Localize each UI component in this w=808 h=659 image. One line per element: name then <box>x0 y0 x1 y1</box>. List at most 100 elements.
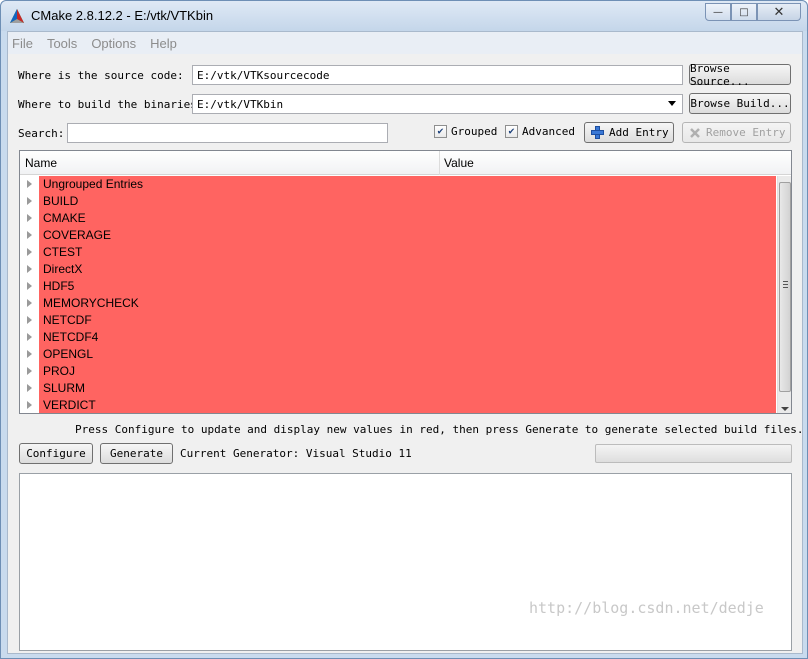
remove-entry-label: Remove Entry <box>706 126 786 139</box>
tree-row[interactable]: CMAKE <box>20 210 776 227</box>
build-label: Where to build the binaries: <box>18 98 204 111</box>
tree-row[interactable]: MEMORYCHECK <box>20 295 776 312</box>
browse-source-button[interactable]: Browse Source... <box>689 62 791 88</box>
row-name: BUILD <box>43 194 79 208</box>
menu-tools[interactable]: Tools <box>47 36 77 51</box>
grouped-label: Grouped <box>451 125 498 138</box>
row-highlight <box>39 346 776 363</box>
expand-arrow-icon[interactable] <box>27 248 32 256</box>
grouped-checkbox[interactable]: ✔ Grouped <box>434 125 497 138</box>
cache-tree-view[interactable]: Name Value Ungrouped Entries BUILD CMAKE… <box>19 150 792 414</box>
tree-rows: Ungrouped Entries BUILD CMAKE COVERAGE C… <box>20 176 776 413</box>
row-highlight <box>39 210 776 227</box>
menu-file[interactable]: File <box>12 36 33 51</box>
tree-row[interactable]: VERDICT <box>20 397 776 413</box>
expand-arrow-icon[interactable] <box>27 282 32 290</box>
menu-help[interactable]: Help <box>150 36 177 51</box>
build-path-combobox[interactable]: E:/vtk/VTKbin <box>192 94 683 114</box>
row-name: OPENGL <box>43 347 94 361</box>
row-highlight <box>39 363 776 380</box>
checkmark-icon[interactable]: ✔ <box>434 125 447 138</box>
progress-bar <box>595 444 792 463</box>
expand-arrow-icon[interactable] <box>27 265 32 273</box>
tree-row[interactable]: NETCDF4 <box>20 329 776 346</box>
expand-arrow-icon[interactable] <box>27 299 32 307</box>
expand-arrow-icon[interactable] <box>27 231 32 239</box>
add-entry-label: Add Entry <box>609 126 669 139</box>
expand-arrow-icon[interactable] <box>27 197 32 205</box>
expand-arrow-icon[interactable] <box>27 384 32 392</box>
plus-icon <box>591 126 604 139</box>
remove-entry-button[interactable]: Remove Entry <box>682 122 791 143</box>
row-name: MEMORYCHECK <box>43 296 139 310</box>
chevron-down-icon[interactable] <box>668 101 676 106</box>
cmake-triangle-icon <box>10 9 24 23</box>
expand-arrow-icon[interactable] <box>27 214 32 222</box>
search-input[interactable] <box>67 123 388 143</box>
tree-row[interactable]: PROJ <box>20 363 776 380</box>
x-icon <box>690 127 700 138</box>
menu-bar: File Tools Options Help <box>8 32 802 54</box>
title-bar[interactable]: CMake 2.8.12.2 - E:/vtk/VTKbin — □ ✕ <box>1 1 807 31</box>
tree-row[interactable]: BUILD <box>20 193 776 210</box>
tree-row[interactable]: OPENGL <box>20 346 776 363</box>
tree-row[interactable]: HDF5 <box>20 278 776 295</box>
column-header-value[interactable]: Value <box>444 156 474 170</box>
source-label: Where is the source code: <box>18 69 184 82</box>
search-label: Search: <box>18 127 65 140</box>
row-name: HDF5 <box>43 279 75 293</box>
row-name: CTEST <box>43 245 83 259</box>
output-log[interactable] <box>19 473 792 651</box>
watermark-text: http://blog.csdn.net/dedje <box>529 599 764 617</box>
scrollbar-thumb[interactable] <box>779 182 791 392</box>
tree-header: Name Value <box>20 151 791 175</box>
row-name: COVERAGE <box>43 228 112 242</box>
advanced-label: Advanced <box>522 125 575 138</box>
row-highlight <box>39 329 776 346</box>
minimize-button[interactable]: — <box>705 3 731 21</box>
advanced-checkbox[interactable]: ✔ Advanced <box>505 125 575 138</box>
configure-button[interactable]: Configure <box>19 443 93 464</box>
maximize-button[interactable]: □ <box>731 3 757 21</box>
checkmark-icon[interactable]: ✔ <box>505 125 518 138</box>
window-title: CMake 2.8.12.2 - E:/vtk/VTKbin <box>31 8 214 23</box>
row-name: VERDICT <box>43 398 96 412</box>
row-highlight <box>39 312 776 329</box>
expand-arrow-icon[interactable] <box>27 401 32 409</box>
row-name: SLURM <box>43 381 86 395</box>
scroll-down-arrow-icon[interactable] <box>781 407 789 411</box>
menu-options[interactable]: Options <box>91 36 136 51</box>
configure-hint: Press Configure to update and display ne… <box>75 423 804 436</box>
build-path-value: E:/vtk/VTKbin <box>197 98 284 111</box>
cmake-window: CMake 2.8.12.2 - E:/vtk/VTKbin — □ ✕ Fil… <box>0 0 808 659</box>
row-highlight <box>39 278 776 295</box>
tree-row[interactable]: COVERAGE <box>20 227 776 244</box>
generate-button[interactable]: Generate <box>100 443 173 464</box>
tree-row[interactable]: NETCDF <box>20 312 776 329</box>
row-highlight <box>39 397 776 413</box>
column-divider[interactable] <box>439 151 440 175</box>
expand-arrow-icon[interactable] <box>27 180 32 188</box>
client-area: File Tools Options Help Where is the sou… <box>7 31 803 654</box>
expand-arrow-icon[interactable] <box>27 333 32 341</box>
row-name: Ungrouped Entries <box>43 177 144 191</box>
row-name: NETCDF <box>43 313 92 327</box>
tree-row[interactable]: SLURM <box>20 380 776 397</box>
expand-arrow-icon[interactable] <box>27 367 32 375</box>
tree-row[interactable]: DirectX <box>20 261 776 278</box>
source-path-field[interactable]: E:/vtk/VTKsourcecode <box>192 65 683 85</box>
column-header-name[interactable]: Name <box>25 156 57 170</box>
expand-arrow-icon[interactable] <box>27 316 32 324</box>
row-highlight <box>39 380 776 397</box>
expand-arrow-icon[interactable] <box>27 350 32 358</box>
row-highlight <box>39 244 776 261</box>
close-button[interactable]: ✕ <box>757 3 801 21</box>
tree-row[interactable]: Ungrouped Entries <box>20 176 776 193</box>
row-highlight <box>39 227 776 244</box>
add-entry-button[interactable]: Add Entry <box>584 122 674 143</box>
row-name: CMAKE <box>43 211 86 225</box>
tree-row[interactable]: CTEST <box>20 244 776 261</box>
vertical-scrollbar[interactable] <box>777 176 791 413</box>
row-name: NETCDF4 <box>43 330 99 344</box>
browse-build-button[interactable]: Browse Build... <box>689 93 791 114</box>
